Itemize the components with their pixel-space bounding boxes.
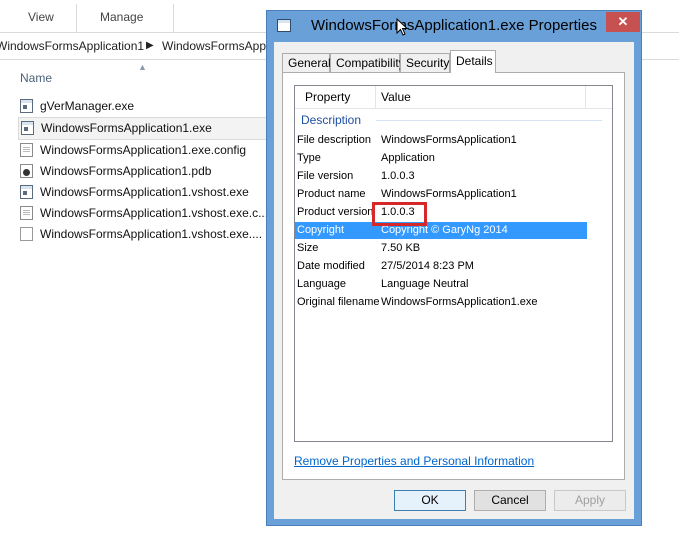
ribbon-tab-manage[interactable]: Manage: [100, 10, 143, 24]
property-value: 27/5/2014 8:23 PM: [381, 260, 474, 272]
file-name: WindowsFormsApplication1.pdb: [40, 164, 212, 178]
file-name: WindowsFormsApplication1.vshost.exe: [40, 185, 249, 199]
file-name: WindowsFormsApplication1.exe.config: [40, 143, 247, 157]
property-key: Size: [297, 242, 319, 254]
property-value: WindowsFormsApplication1: [381, 188, 517, 200]
property-row[interactable]: File description WindowsFormsApplication1: [295, 132, 587, 149]
breadcrumb-chevron-icon: ▶: [146, 40, 154, 51]
property-key: Product version: [297, 206, 374, 218]
file-item[interactable]: WindowsFormsApplication1.exe.config: [18, 140, 278, 161]
config-file-icon: [20, 206, 33, 220]
dialog-titlebar[interactable]: WindowsFormsApplication1.exe Properties …: [267, 11, 641, 41]
properties-dialog: WindowsFormsApplication1.exe Properties …: [266, 10, 642, 526]
property-value: Language Neutral: [381, 278, 469, 290]
column-header-name[interactable]: Name: [20, 71, 52, 85]
breadcrumb-item[interactable]: WindowsFormsApplication1: [0, 39, 144, 53]
ok-button[interactable]: OK: [394, 490, 466, 511]
property-key: Language: [297, 278, 346, 290]
tab-compatibility[interactable]: Compatibility: [330, 53, 405, 72]
column-divider[interactable]: [585, 86, 586, 108]
property-key: Date modified: [297, 260, 365, 272]
annotation-highlight-box: [372, 202, 427, 226]
tab-security[interactable]: Security: [400, 53, 450, 72]
property-value: 7.50 KB: [381, 242, 421, 254]
property-row[interactable]: Language Language Neutral: [295, 276, 587, 293]
file-name: gVerManager.exe: [40, 99, 135, 113]
property-key: Product name: [297, 188, 366, 200]
property-row[interactable]: Date modified 27/5/2014 8:23 PM: [295, 258, 587, 275]
column-header-property[interactable]: Property: [305, 90, 350, 104]
file-name: WindowsFormsApplication1.vshost.exe.c...: [40, 206, 269, 220]
file-item-selected[interactable]: WindowsFormsApplication1.exe: [18, 117, 268, 140]
ribbon-tab-view[interactable]: View: [28, 10, 54, 24]
exe-icon: [21, 121, 34, 135]
file-list: gVerManager.exe WindowsFormsApplication1…: [18, 96, 278, 245]
remove-properties-link[interactable]: Remove Properties and Personal Informati…: [294, 454, 534, 468]
mouse-cursor-icon: [396, 18, 408, 36]
column-header-value[interactable]: Value: [381, 90, 411, 104]
property-key: File description: [297, 134, 371, 146]
file-item[interactable]: WindowsFormsApplication1.vshost.exe.c...: [18, 203, 278, 224]
file-name: WindowsFormsApplication1.exe: [41, 121, 212, 135]
property-row[interactable]: Product version 1.0.0.3: [295, 204, 587, 221]
group-header-description: Description: [301, 113, 362, 127]
sort-ascending-icon: ▲: [138, 62, 147, 72]
group-divider: [376, 120, 602, 121]
dialog-title: WindowsFormsApplication1.exe Properties: [311, 17, 597, 34]
property-row[interactable]: Size 7.50 KB: [295, 240, 587, 257]
property-key: Copyright: [297, 224, 345, 236]
property-value: Application: [381, 152, 435, 164]
ribbon-separator: [76, 4, 77, 32]
config-file-icon: [20, 143, 33, 157]
property-row[interactable]: Type Application: [295, 150, 587, 167]
property-key: Original filename: [297, 296, 380, 308]
file-item[interactable]: WindowsFormsApplication1.vshost.exe: [18, 182, 278, 203]
dialog-client-area: General Compatibility Security Details P…: [274, 42, 634, 519]
tab-details[interactable]: Details: [450, 50, 496, 73]
file-name: WindowsFormsApplication1.vshost.exe....: [40, 227, 263, 241]
property-value: WindowsFormsApplication1.exe: [381, 296, 538, 308]
tab-general[interactable]: General: [282, 53, 331, 72]
apply-button[interactable]: Apply: [554, 490, 626, 511]
details-list[interactable]: Property Value Description File descript…: [294, 85, 613, 442]
property-row[interactable]: File version 1.0.0.3: [295, 168, 587, 185]
property-row-selected[interactable]: Copyright Copyright © GaryNg 2014: [295, 222, 587, 239]
file-item[interactable]: gVerManager.exe: [18, 96, 278, 117]
property-row[interactable]: Product name WindowsFormsApplication1: [295, 186, 587, 203]
property-row[interactable]: Original filename WindowsFormsApplication…: [295, 294, 587, 311]
pdb-file-icon: [20, 164, 33, 178]
column-divider[interactable]: [375, 86, 376, 108]
ribbon-separator: [173, 4, 174, 32]
cancel-button[interactable]: Cancel: [474, 490, 546, 511]
property-value: WindowsFormsApplication1: [381, 134, 517, 146]
exe-icon: [20, 185, 33, 199]
property-value: 1.0.0.3: [381, 170, 415, 182]
exe-icon: [20, 99, 33, 113]
property-key: Type: [297, 152, 321, 164]
list-header: Property Value: [295, 86, 612, 109]
close-button[interactable]: ✕: [606, 12, 640, 32]
file-item[interactable]: WindowsFormsApplication1.pdb: [18, 161, 278, 182]
blank-file-icon: [20, 227, 33, 241]
file-item[interactable]: WindowsFormsApplication1.vshost.exe....: [18, 224, 278, 245]
property-key: File version: [297, 170, 354, 182]
